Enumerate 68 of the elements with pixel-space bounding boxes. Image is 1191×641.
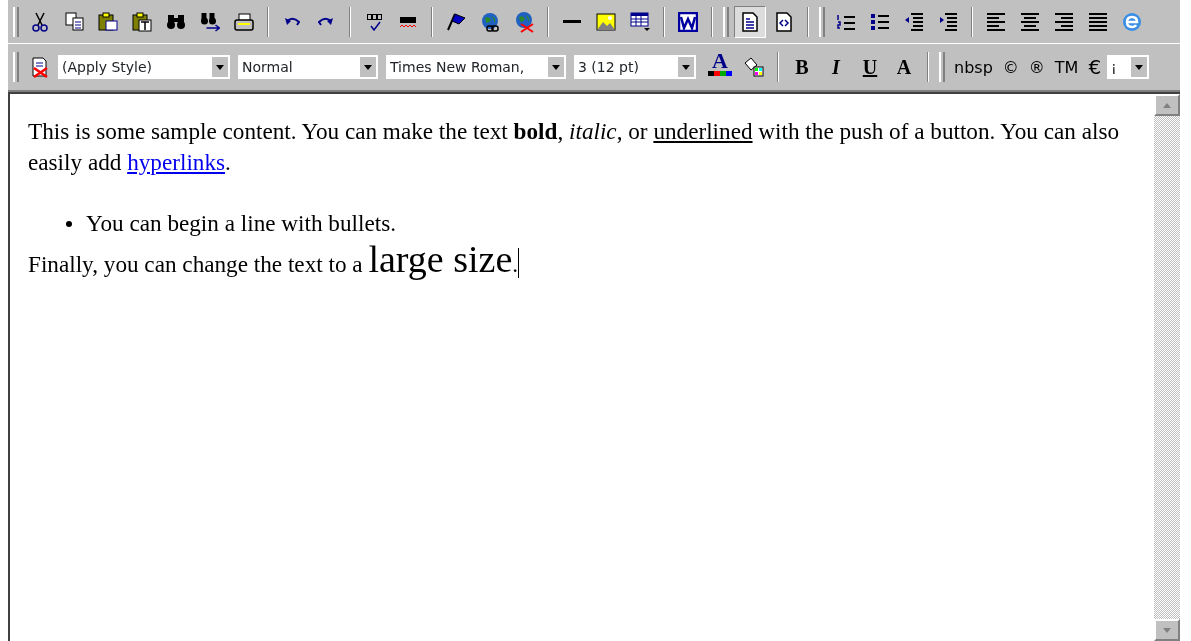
insert-character-button[interactable]: © xyxy=(998,52,1023,82)
paragraph-text: This is some sample content. You can make the text bold, italic, or underlined with the push of a button. You can also easily add hyperlinks. xyxy=(28,117,1121,177)
spelling-icon xyxy=(365,12,383,31)
hyperlink[interactable]: hyperlinks xyxy=(127,149,226,175)
undo-arrow-icon xyxy=(284,17,300,26)
binoculars-icon xyxy=(166,13,186,30)
scissors-icon xyxy=(32,11,48,32)
binoculars-arrow-icon xyxy=(199,11,221,32)
document-w-icon xyxy=(678,11,698,32)
italic-button[interactable]: I xyxy=(820,51,852,83)
text-cursor xyxy=(518,248,520,278)
redo-arrow-icon xyxy=(318,17,334,26)
design-view-button[interactable] xyxy=(734,5,766,38)
underline-button[interactable]: U xyxy=(854,51,886,83)
vertical-scrollbar[interactable] xyxy=(1154,94,1180,641)
numbered-list-icon xyxy=(836,13,856,30)
picture-icon xyxy=(596,12,616,31)
flag-icon xyxy=(446,12,466,31)
bullet-list-icon xyxy=(870,12,890,31)
down-arrow-icon xyxy=(1162,626,1172,634)
table-icon xyxy=(629,11,651,32)
align-right-icon xyxy=(1054,12,1074,31)
currency-menu-button[interactable]: € xyxy=(1084,52,1106,82)
globe-unlink-icon xyxy=(514,10,534,33)
dropdown-arrow-icon xyxy=(215,63,225,71)
dropdown-arrow-icon xyxy=(1134,63,1145,71)
dropdown-arrow-icon xyxy=(363,63,373,71)
spelling-underline-icon xyxy=(399,15,417,28)
style-dropdown[interactable]: (Apply Style) xyxy=(58,55,230,79)
clipboard-text-icon xyxy=(132,11,152,32)
toolbar-grip[interactable] xyxy=(819,6,825,37)
bullet-icon xyxy=(66,220,72,227)
insert-character-button[interactable]: ® xyxy=(1024,52,1049,82)
bold-button[interactable]: B xyxy=(786,51,818,83)
code-page-icon xyxy=(776,11,792,32)
dropdown-arrow-icon xyxy=(551,63,561,71)
globe-link-icon xyxy=(481,11,499,32)
scroll-up-button[interactable] xyxy=(1154,94,1180,116)
clipboard-icon xyxy=(98,12,118,31)
copy-icon xyxy=(64,12,84,31)
page-layout-icon xyxy=(742,11,758,32)
printer-icon xyxy=(234,12,254,31)
body-text: Finally, you can change the text to a large size. xyxy=(28,239,521,280)
indent-icon xyxy=(938,12,958,31)
font-color-button[interactable]: A xyxy=(704,51,736,83)
dropdown-arrow-icon xyxy=(681,63,691,71)
font-button[interactable]: A xyxy=(888,51,920,83)
insert-character-button[interactable]: TM xyxy=(1050,52,1083,82)
toolbar-grip[interactable] xyxy=(939,52,945,82)
align-justify-icon xyxy=(1088,12,1108,31)
font-size-dropdown[interactable]: 3 (12 pt) xyxy=(574,55,696,79)
insert-character-button[interactable]: nbsp xyxy=(950,52,997,82)
align-left-icon xyxy=(986,12,1006,31)
font-dropdown[interactable]: Times New Roman, xyxy=(386,55,566,79)
browser-e-icon xyxy=(1122,11,1142,32)
align-center-icon xyxy=(1020,12,1040,31)
paint-bucket-icon xyxy=(744,57,764,77)
horizontal-line-icon xyxy=(562,19,582,24)
toolbar-grip[interactable] xyxy=(13,6,19,37)
style-icon xyxy=(32,56,48,78)
list-item-text: You can begin a line with bullets. xyxy=(86,209,396,238)
paragraph-format-dropdown[interactable]: Normal xyxy=(238,55,378,79)
outdent-icon xyxy=(904,12,924,31)
toolbar-grip[interactable] xyxy=(723,6,729,37)
special-character-dropdown[interactable]: ¡ xyxy=(1107,55,1150,79)
toolbar-grip[interactable] xyxy=(13,52,19,82)
up-arrow-icon xyxy=(1162,101,1172,109)
scroll-down-button[interactable] xyxy=(1154,619,1180,641)
